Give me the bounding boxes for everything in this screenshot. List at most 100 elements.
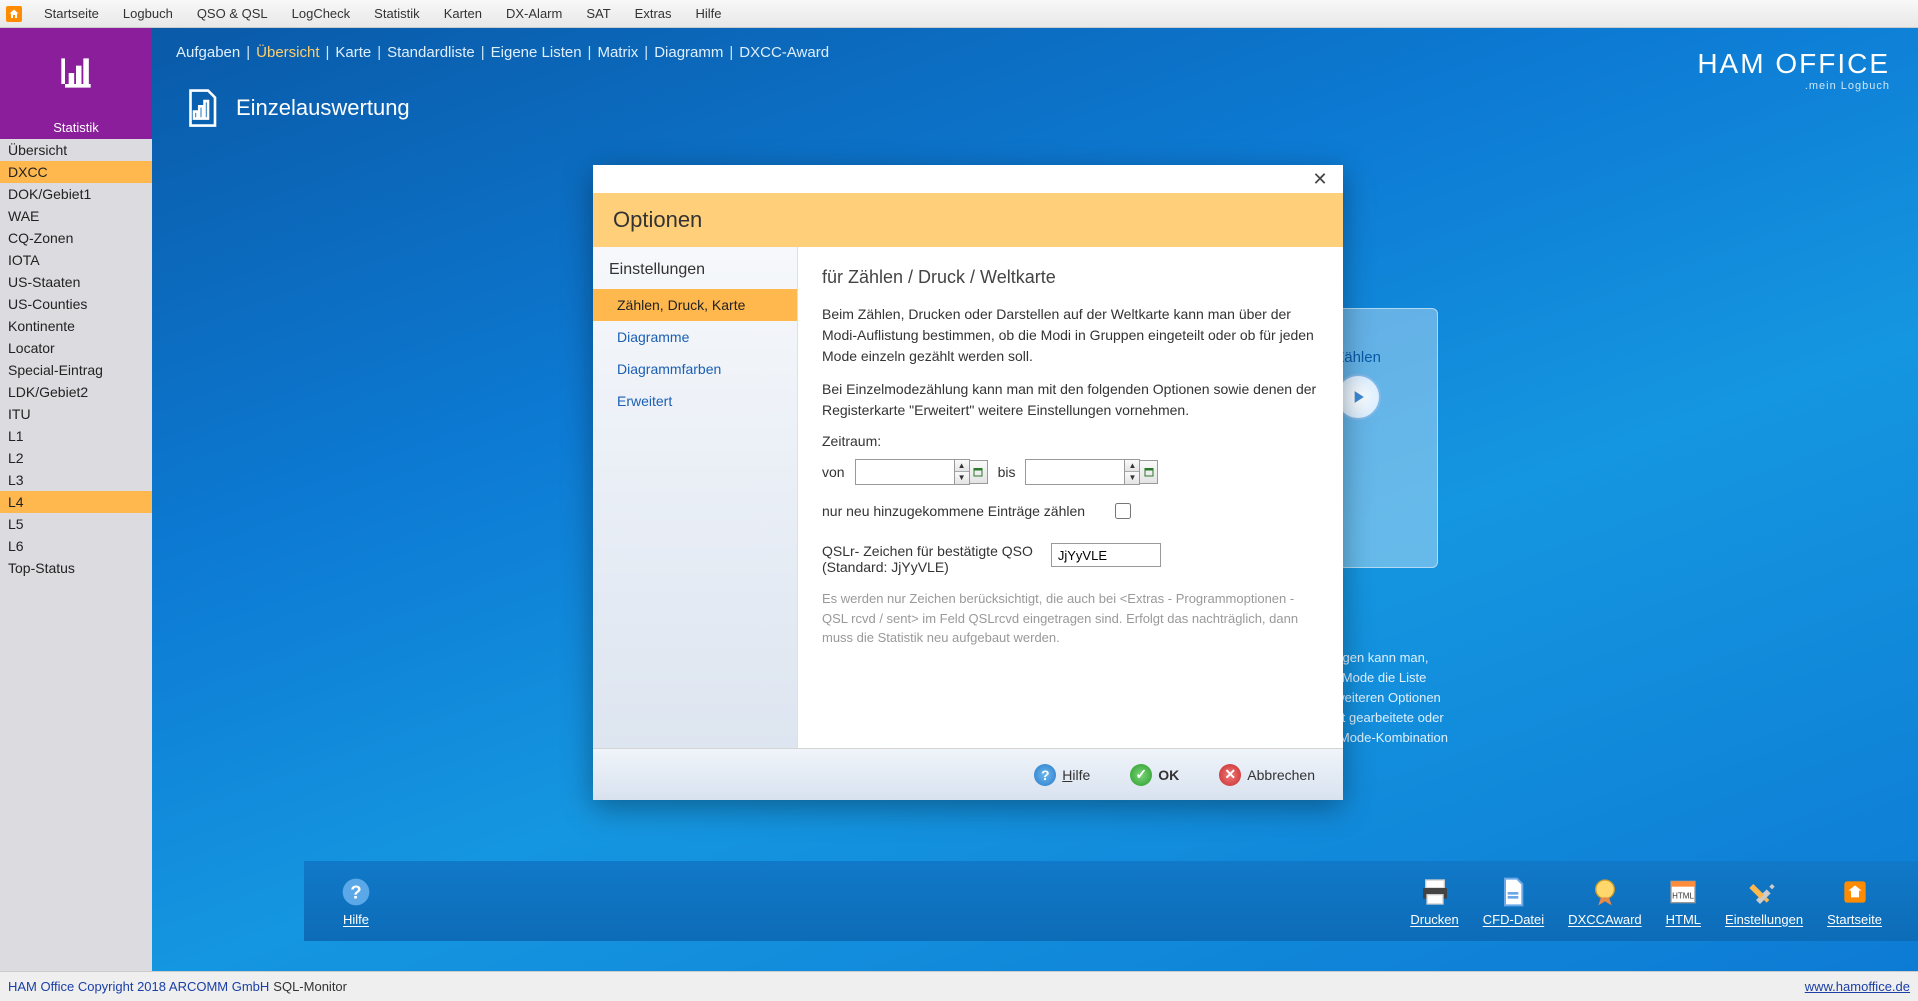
sidebar-item-iota[interactable]: IOTA — [0, 249, 152, 271]
checkbox-label: nur neu hinzugekommene Einträge zählen — [822, 503, 1085, 519]
von-input[interactable] — [855, 459, 955, 485]
sidebar-item-l3[interactable]: L3 — [0, 469, 152, 491]
website-link[interactable]: www.hamoffice.de — [1805, 979, 1910, 994]
toolbar-html-button[interactable]: HTMLHTML — [1666, 876, 1701, 927]
qsl-label1: QSLr- Zeichen für bestätigte QSO — [822, 543, 1033, 559]
bis-spinner[interactable]: ▲▼ — [1125, 459, 1140, 485]
dialog-main-title: für Zählen / Druck / Weltkarte — [822, 267, 1319, 288]
menu-item-hilfe[interactable]: Hilfe — [684, 6, 734, 21]
ok-circle-icon: ✓ — [1130, 764, 1152, 786]
sub-nav: Aufgaben|Übersicht|Karte|Standardliste|E… — [152, 28, 1918, 69]
page-title-row: Einzelauswertung — [152, 69, 1918, 141]
von-input-group: ▲▼ — [855, 459, 988, 485]
subnav-item-aufgaben[interactable]: Aufgaben — [176, 44, 240, 61]
sidebar-item-l6[interactable]: L6 — [0, 535, 152, 557]
dialog-side-nav: Einstellungen Zählen, Druck, KarteDiagra… — [593, 247, 798, 748]
sidebar-item-l5[interactable]: L5 — [0, 513, 152, 535]
dialog-titlebar: ✕ — [593, 165, 1343, 193]
sidebar-item-dok-gebiet1[interactable]: DOK/Gebiet1 — [0, 183, 152, 205]
qsl-row: QSLr- Zeichen für bestätigte QSO (Standa… — [822, 543, 1319, 575]
dialog-body: Einstellungen Zählen, Druck, KarteDiagra… — [593, 247, 1343, 748]
dialog-help-button[interactable]: ? Hilfe — [1034, 764, 1090, 786]
options-dialog: ✕ Optionen Einstellungen Zählen, Druck, … — [593, 165, 1343, 800]
help-button[interactable]: ? Hilfe — [340, 876, 372, 927]
menu-item-logbuch[interactable]: Logbuch — [111, 6, 185, 21]
statistik-tile[interactable] — [0, 28, 152, 118]
dialog-header: Optionen — [593, 193, 1343, 247]
dialog-tab-diagramme[interactable]: Diagramme — [593, 321, 797, 353]
checkbox-row: nur neu hinzugekommene Einträge zählen — [822, 503, 1319, 519]
dialog-main: für Zählen / Druck / Weltkarte Beim Zähl… — [798, 247, 1343, 748]
subnav-item-eigene-listen[interactable]: Eigene Listen — [491, 44, 582, 61]
sidebar-item-us-counties[interactable]: US-Counties — [0, 293, 152, 315]
copyright-text: HAM Office Copyright 2018 ARCOMM GmbH — [8, 979, 269, 994]
sidebar-item-wae[interactable]: WAE — [0, 205, 152, 227]
dialog-ok-label: OK — [1158, 767, 1179, 783]
menu-item-statistik[interactable]: Statistik — [362, 6, 432, 21]
qsl-label2: (Standard: JjYyVLE) — [822, 559, 1033, 575]
menu-item-sat[interactable]: SAT — [574, 6, 622, 21]
hint-text: ngen kann man,l/Mode die Listeweiteren O… — [1335, 648, 1448, 748]
sidebar-item--bersicht[interactable]: Übersicht — [0, 139, 152, 161]
von-label: von — [822, 464, 845, 480]
bis-input[interactable] — [1025, 459, 1125, 485]
toolbar-start-button[interactable]: Startseite — [1827, 876, 1882, 927]
subnav-item-dxcc-award[interactable]: DXCC-Award — [739, 44, 829, 61]
sidebar-item-kontinente[interactable]: Kontinente — [0, 315, 152, 337]
date-range-row: von ▲▼ bis ▲▼ — [822, 459, 1319, 485]
dialog-cancel-button[interactable]: ✕ Abbrechen — [1219, 764, 1315, 786]
sidebar-item-special-eintrag[interactable]: Special-Eintrag — [0, 359, 152, 381]
sidebar-item-itu[interactable]: ITU — [0, 403, 152, 425]
dialog-note: Es werden nur Zeichen berücksichtigt, di… — [822, 589, 1319, 648]
von-calendar-icon[interactable] — [970, 460, 988, 484]
toolbar-settings-button[interactable]: Einstellungen — [1725, 876, 1803, 927]
sidebar-item-l4[interactable]: L4 — [0, 491, 152, 513]
sidebar-item-l1[interactable]: L1 — [0, 425, 152, 447]
svg-text:?: ? — [350, 881, 361, 902]
sidebar-item-l2[interactable]: L2 — [0, 447, 152, 469]
bottom-toolbar: ? Hilfe Drucken CFD-Datei DXCCAward HTMLHTM… — [304, 861, 1918, 941]
dialog-cancel-label: Abbrechen — [1247, 767, 1315, 783]
menu-item-extras[interactable]: Extras — [623, 6, 684, 21]
qsl-input[interactable] — [1051, 543, 1161, 567]
svg-text:HTML: HTML — [1672, 891, 1694, 900]
side-list: ÜbersichtDXCCDOK/Gebiet1WAECQ-ZonenIOTAU… — [0, 139, 152, 971]
toolbar-dxcc-button[interactable]: DXCCAward — [1568, 876, 1641, 927]
statistik-label: Statistik — [0, 118, 152, 139]
subnav-item-diagramm[interactable]: Diagramm — [654, 44, 723, 61]
dialog-ok-button[interactable]: ✓ OK — [1130, 764, 1179, 786]
sidebar-item-us-staaten[interactable]: US-Staaten — [0, 271, 152, 293]
nur-neu-checkbox[interactable] — [1115, 503, 1131, 519]
menu-item-karten[interactable]: Karten — [432, 6, 494, 21]
subnav-item-standardliste[interactable]: Standardliste — [387, 44, 475, 61]
cancel-circle-icon: ✕ — [1219, 764, 1241, 786]
menubar: StartseiteLogbuchQSO & QSLLogCheckStatis… — [0, 0, 1918, 28]
toolbar-cfd-button[interactable]: CFD-Datei — [1483, 876, 1544, 927]
brand: HAM OFFICE .mein Logbuch — [1697, 48, 1890, 92]
subnav-item--bersicht[interactable]: Übersicht — [256, 44, 319, 61]
dialog-help-label: Hilfe — [1062, 767, 1090, 783]
bis-calendar-icon[interactable] — [1140, 460, 1158, 484]
sidebar-item-ldk-gebiet2[interactable]: LDK/Gebiet2 — [0, 381, 152, 403]
dialog-tab-diagrammfarben[interactable]: Diagrammfarben — [593, 353, 797, 385]
menu-item-startseite[interactable]: Startseite — [32, 6, 111, 21]
brand-subtitle: .mein Logbuch — [1697, 80, 1890, 92]
subnav-item-matrix[interactable]: Matrix — [597, 44, 638, 61]
toolbar-drucken-button[interactable]: Drucken — [1410, 876, 1458, 927]
dialog-tab-erweitert[interactable]: Erweitert — [593, 385, 797, 417]
von-spinner[interactable]: ▲▼ — [955, 459, 970, 485]
close-icon[interactable]: ✕ — [1307, 169, 1333, 190]
left-column: Statistik ÜbersichtDXCCDOK/Gebiet1WAECQ-… — [0, 28, 152, 971]
sidebar-item-dxcc[interactable]: DXCC — [0, 161, 152, 183]
subnav-item-karte[interactable]: Karte — [335, 44, 371, 61]
page-title-text: Einzelauswertung — [236, 95, 410, 121]
sidebar-item-cq-zonen[interactable]: CQ-Zonen — [0, 227, 152, 249]
home-icon[interactable] — [6, 6, 22, 22]
sidebar-item-top-status[interactable]: Top-Status — [0, 557, 152, 579]
menu-item-qso-qsl[interactable]: QSO & QSL — [185, 6, 280, 21]
help-circle-icon: ? — [1034, 764, 1056, 786]
dialog-tab-z-hlen-druck-karte[interactable]: Zählen, Druck, Karte — [593, 289, 797, 321]
menu-item-logcheck[interactable]: LogCheck — [280, 6, 363, 21]
menu-item-dx-alarm[interactable]: DX-Alarm — [494, 6, 574, 21]
sidebar-item-locator[interactable]: Locator — [0, 337, 152, 359]
